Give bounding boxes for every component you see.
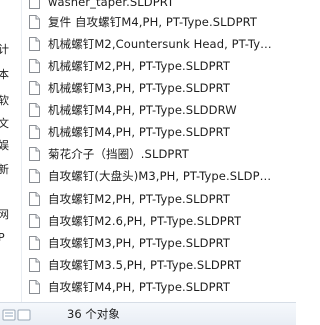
file-name: 自攻螺钉M4,PH, PT-Type.SLDPRT — [48, 280, 231, 294]
document-icon — [29, 236, 40, 250]
document-icon — [29, 280, 40, 294]
nav-item-computer[interactable]: 计 — [0, 41, 21, 59]
file-name: 机械螺钉M4,PH, PT-Type.SLDPRT — [48, 125, 231, 139]
file-name: 自攻螺钉M2,PH, PT-Type.SLDPRT — [48, 192, 231, 206]
file-item[interactable]: 自攻螺钉(大盘头)M3,PH, PT-Type.SLDP… — [29, 165, 296, 187]
document-icon — [29, 125, 40, 139]
file-name: 机械螺钉M4,PH, PT-Type.SLDDRW — [48, 103, 237, 117]
object-count: 36 个对象 — [67, 307, 120, 321]
file-item[interactable]: 机械螺钉M2,Countersunk Head, PT-Ty… — [29, 33, 296, 55]
file-item[interactable]: 机械螺钉M3,PH, PT-Type.SLDPRT — [29, 77, 296, 99]
document-icon — [29, 258, 40, 272]
file-item[interactable]: 机械螺钉M4,PH, PT-Type.SLDPRT — [29, 121, 296, 143]
file-item[interactable]: 自攻螺钉M3,PH, PT-Type.SLDPRT — [29, 232, 296, 254]
document-icon — [29, 81, 40, 95]
document-icon — [29, 147, 40, 161]
navigation-pane[interactable]: 计 本 软 文 娱 新 网 P — [0, 0, 22, 302]
nav-item-network[interactable]: 网 — [0, 206, 21, 224]
file-item[interactable]: 自攻螺钉M4,PH, PT-Type.SLDPRT — [29, 276, 296, 298]
file-item[interactable]: 自攻螺钉M3.5,PH, PT-Type.SLDPRT — [29, 254, 296, 276]
status-bar: 36 个对象 — [0, 302, 296, 325]
file-name: 自攻螺钉M2.6,PH, PT-Type.SLDPRT — [48, 214, 242, 228]
document-icon — [29, 59, 40, 73]
file-name: 自攻螺钉M3.5,PH, PT-Type.SLDPRT — [48, 258, 242, 272]
file-item[interactable]: 自攻螺钉M2.6,PH, PT-Type.SLDPRT — [29, 210, 296, 232]
file-name: 复件 自攻螺钉M4,PH, PT-Type.SLDPRT — [48, 15, 257, 29]
document-icon — [29, 192, 40, 206]
file-item[interactable]: 自攻螺钉M2,PH, PT-Type.SLDPRT — [29, 188, 296, 210]
nav-item-entertainment[interactable]: 娱 — [0, 137, 21, 155]
file-name: 机械螺钉M3,PH, PT-Type.SLDPRT — [48, 81, 231, 95]
file-item[interactable]: 复件 自攻螺钉M4,PH, PT-Type.SLDPRT — [29, 11, 296, 33]
file-item[interactable]: 机械螺钉M2,PH, PT-Type.SLDPRT — [29, 55, 296, 77]
file-name: 机械螺钉M2,PH, PT-Type.SLDPRT — [48, 59, 231, 73]
nav-item-local-disk[interactable]: 本 — [0, 66, 21, 84]
file-name: washer_taper.SLDPRT — [48, 0, 175, 9]
document-icon — [29, 0, 40, 9]
file-name: 机械螺钉M2,Countersunk Head, PT-Ty… — [48, 37, 272, 51]
file-name: 自攻螺钉(大盘头)M3,PH, PT-Type.SLDP… — [48, 169, 272, 183]
document-icon — [29, 15, 40, 29]
file-name: 自攻螺钉M3,PH, PT-Type.SLDPRT — [48, 236, 231, 250]
nav-item-new[interactable]: 新 — [0, 161, 21, 179]
nav-item-software[interactable]: 软 — [0, 92, 21, 110]
document-icon — [29, 37, 40, 51]
explorer-window: 计 本 软 文 娱 新 网 P washer_taper.SLDPRT 复件 自攻… — [0, 0, 296, 325]
file-item[interactable]: 菊花介子（挡圈）.SLDPRT — [29, 143, 296, 165]
document-icon — [29, 214, 40, 228]
file-name: 菊花介子（挡圈）.SLDPRT — [48, 147, 189, 161]
document-icon — [29, 169, 40, 183]
nav-item-documents[interactable]: 文 — [0, 115, 21, 133]
nav-item-p[interactable]: P — [0, 229, 21, 247]
document-icon — [29, 103, 40, 117]
view-icon — [2, 309, 31, 321]
file-item[interactable]: 机械螺钉M4,PH, PT-Type.SLDDRW — [29, 99, 296, 121]
file-list[interactable]: washer_taper.SLDPRT 复件 自攻螺钉M4,PH, PT-Type… — [21, 0, 296, 302]
